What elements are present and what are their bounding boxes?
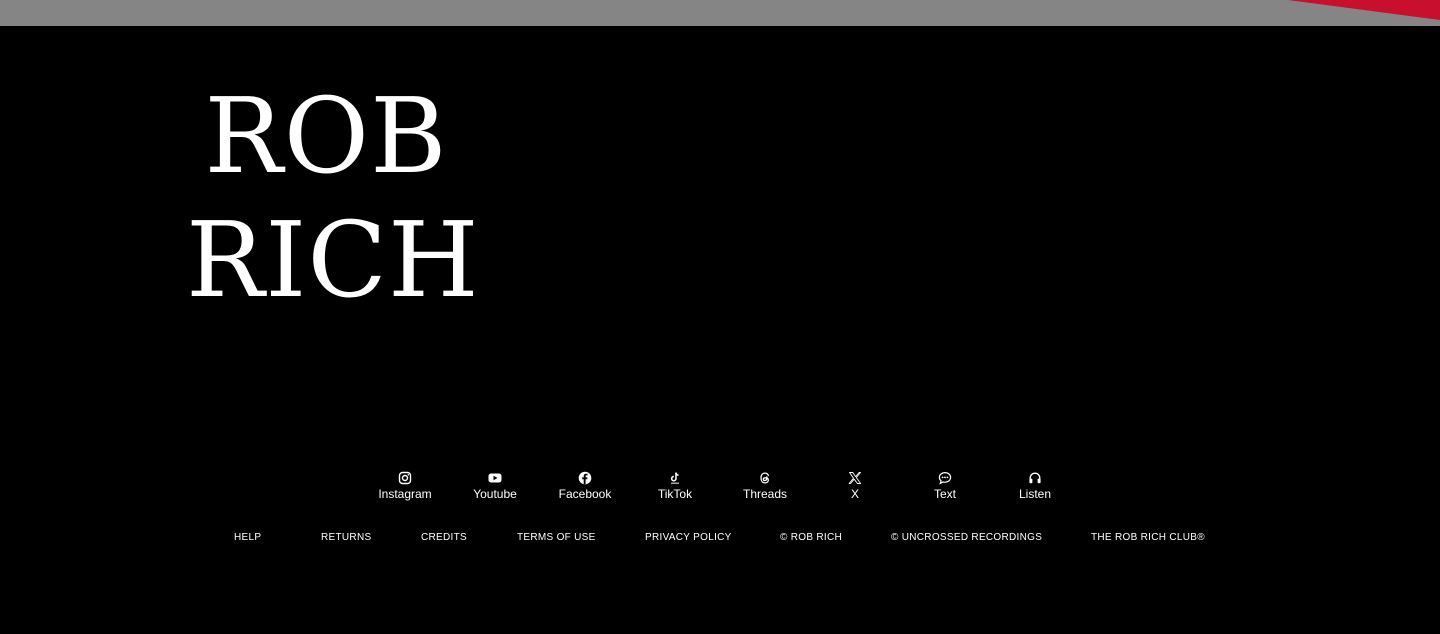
facebook-icon: [578, 471, 592, 485]
social-label: Threads: [742, 487, 788, 501]
social-links: Instagram Youtube Facebook TikTok Thread…: [360, 471, 1080, 501]
social-label: Youtube: [473, 487, 517, 501]
footer-link-terms-of-use[interactable]: TERMS OF USE: [517, 532, 596, 544]
social-link-x[interactable]: X: [810, 471, 900, 501]
site-footer: ROB RICH Instagram Youtube Facebook TikT…: [0, 26, 1440, 634]
social-label: Listen: [1018, 487, 1052, 501]
footer-link-copyright-uncrossed-recordings[interactable]: © UNCROSSED RECORDINGS: [891, 532, 1042, 544]
tiktok-icon: [670, 472, 679, 484]
footer-link-rob-rich-club[interactable]: THE ROB RICH CLUB®: [1091, 532, 1205, 544]
social-link-youtube[interactable]: Youtube: [450, 471, 540, 501]
social-label: TikTok: [657, 487, 693, 501]
red-accent-shape: [1288, 0, 1440, 20]
footer-link-privacy-policy[interactable]: PRIVACY POLICY: [645, 532, 732, 544]
footer-link-credits[interactable]: CREDITS: [421, 532, 467, 544]
social-link-tiktok[interactable]: TikTok: [630, 471, 720, 501]
footer-link-help[interactable]: HELP: [234, 532, 261, 544]
youtube-icon: [488, 473, 502, 483]
social-link-threads[interactable]: Threads: [720, 471, 810, 501]
chat-bubble-icon: [938, 471, 952, 485]
social-label: Text: [933, 487, 956, 501]
instagram-icon: [398, 471, 412, 485]
social-link-text[interactable]: Text: [900, 471, 990, 501]
social-label: Facebook: [558, 487, 612, 501]
headphones-icon: [1029, 472, 1041, 484]
x-icon: [848, 472, 862, 484]
brand-logo-line-2: RICH: [186, 199, 480, 321]
footer-link-copyright-rob-rich[interactable]: © ROB RICH: [780, 532, 842, 544]
social-link-facebook[interactable]: Facebook: [540, 471, 630, 501]
threads-icon: [760, 472, 770, 484]
brand-logo[interactable]: ROB RICH: [186, 74, 480, 322]
footer-link-returns[interactable]: RETURNS: [321, 532, 371, 544]
social-link-listen[interactable]: Listen: [990, 471, 1080, 501]
brand-logo-line-1: ROB: [204, 75, 448, 197]
social-label: X: [850, 487, 859, 501]
social-label: Instagram: [378, 487, 432, 501]
footer-links: HELP RETURNS CREDITS TERMS OF USE PRIVAC…: [0, 532, 1440, 546]
social-link-instagram[interactable]: Instagram: [360, 471, 450, 501]
top-banner-strip: [0, 0, 1440, 26]
